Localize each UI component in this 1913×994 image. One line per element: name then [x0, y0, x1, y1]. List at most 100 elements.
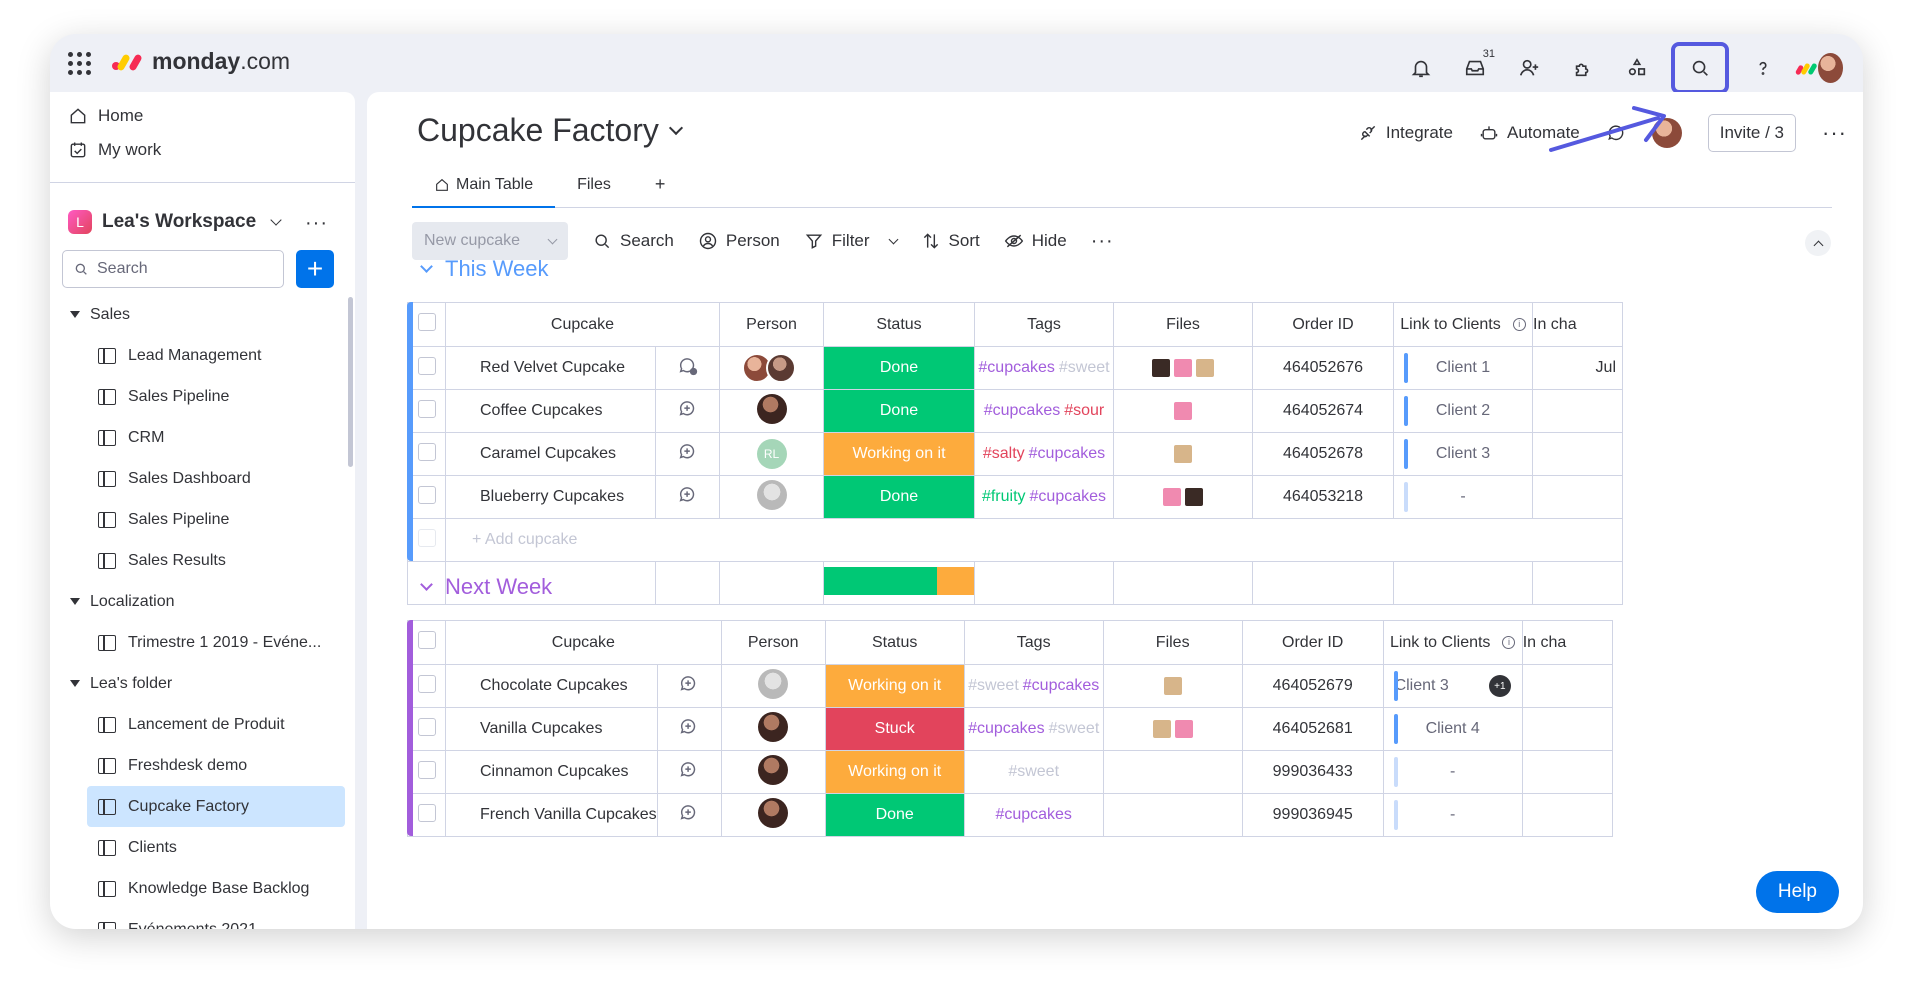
file-thumbnail[interactable]	[1163, 676, 1182, 695]
status-cell[interactable]: Done	[823, 475, 975, 519]
tags-cell[interactable]: #cupcakes #sweet	[974, 346, 1114, 390]
files-cell[interactable]	[1113, 389, 1253, 433]
sidebar-board-item[interactable]: Clients	[50, 827, 355, 868]
row-checkbox[interactable]	[417, 399, 436, 418]
row-checkbox[interactable]	[417, 442, 436, 461]
add-item-row[interactable]: + Add cupcake	[407, 518, 1623, 562]
updates-cell[interactable]	[655, 432, 720, 476]
sidebar-board-item[interactable]: Lancement de Produit	[50, 704, 355, 745]
item-name-cell[interactable]: Caramel Cupcakes	[445, 432, 656, 476]
table-row[interactable]: Blueberry Cupcakes Done #fruity #cupcakes 46…	[407, 475, 1623, 519]
sidebar-board-item[interactable]: Trimestre 1 2019 - Evéne...	[50, 622, 355, 663]
help-question-icon[interactable]	[1743, 48, 1783, 88]
table-row[interactable]: Caramel Cupcakes RL Working on it #salty #cu…	[407, 432, 1623, 476]
order-id-cell[interactable]: 464052676	[1252, 346, 1394, 390]
search-button[interactable]: Search	[592, 231, 674, 251]
invite-button[interactable]: Invite / 3	[1707, 114, 1797, 152]
sidebar-home[interactable]: Home	[68, 106, 143, 126]
tab-main-table[interactable]: Main Table	[412, 162, 556, 208]
add-item-button[interactable]: +	[296, 250, 334, 288]
person-cell[interactable]	[720, 793, 826, 837]
client-link-cell[interactable]: Client 3 +1	[1382, 664, 1523, 708]
file-thumbnail[interactable]	[1174, 719, 1193, 738]
extra-cell[interactable]: Jul	[1532, 346, 1623, 390]
table-row[interactable]: French Vanilla Cupcakes Done #cupcakes 9990…	[407, 793, 1613, 837]
tags-cell[interactable]: #cupcakes #sour	[974, 389, 1114, 433]
apps-marketplace-icon[interactable]	[1563, 48, 1603, 88]
select-all-checkbox[interactable]	[417, 631, 436, 649]
extra-cell[interactable]	[1521, 707, 1613, 751]
person-cell[interactable]	[720, 707, 826, 751]
file-thumbnail[interactable]	[1152, 719, 1171, 738]
status-summary-cell[interactable]	[823, 561, 975, 605]
order-id-cell[interactable]: 999036945	[1241, 793, 1384, 837]
extra-cell[interactable]	[1532, 389, 1623, 433]
sidebar-board-item[interactable]: CRM	[50, 417, 355, 458]
chevron-down-icon[interactable]	[888, 234, 898, 244]
file-thumbnail[interactable]	[1174, 444, 1192, 463]
help-button[interactable]: Help	[1755, 871, 1839, 913]
extra-cell[interactable]	[1521, 793, 1613, 837]
table-row[interactable]: Vanilla Cupcakes Stuck #cupcakes #sweet 4640…	[407, 707, 1613, 751]
sidebar-board-item[interactable]: Sales Pipeline	[50, 499, 355, 540]
status-cell[interactable]: Working on it	[824, 750, 965, 794]
table-row[interactable]: Red Velvet Cupcake Done #cupcakes #sweet 464…	[407, 346, 1623, 390]
status-cell[interactable]: Working on it	[823, 432, 975, 476]
extra-cell[interactable]	[1521, 750, 1613, 794]
order-id-cell[interactable]: 464052674	[1252, 389, 1394, 433]
add-item-input[interactable]: + Add cupcake	[445, 518, 1623, 562]
item-name-cell[interactable]: Vanilla Cupcakes	[445, 707, 658, 751]
bell-icon[interactable]	[1401, 48, 1441, 88]
status-cell[interactable]: Done	[823, 346, 975, 390]
extra-cell[interactable]	[1521, 664, 1613, 708]
extra-cell[interactable]	[1532, 432, 1623, 476]
tags-cell[interactable]: #cupcakes #sweet	[963, 707, 1104, 751]
apps-grid-icon[interactable]	[68, 52, 92, 76]
updates-cell[interactable]	[656, 750, 722, 794]
order-id-cell[interactable]: 464052681	[1241, 707, 1384, 751]
column-header[interactable]: Link to Clients i	[1382, 620, 1523, 665]
files-cell[interactable]	[1102, 707, 1243, 751]
tags-cell[interactable]: #sweet #cupcakes	[963, 664, 1104, 708]
item-name-cell[interactable]: Coffee Cupcakes	[445, 389, 656, 433]
row-checkbox[interactable]	[417, 674, 436, 693]
add-view-button[interactable]: +	[633, 162, 688, 207]
client-link-cell[interactable]: Client 1	[1393, 346, 1533, 390]
files-cell[interactable]	[1113, 346, 1253, 390]
row-checkbox[interactable]	[417, 356, 436, 375]
inbox-icon[interactable]: 31	[1455, 48, 1495, 88]
sidebar-board-item[interactable]: Freshdesk demo	[50, 745, 355, 786]
table-row[interactable]: Chocolate Cupcakes Working on it #sweet #cu…	[407, 664, 1613, 708]
person-cell[interactable]	[719, 389, 824, 433]
column-header[interactable]: Files	[1113, 302, 1253, 347]
column-header[interactable]: Status	[824, 620, 965, 665]
sort-button[interactable]: Sort	[921, 231, 980, 251]
order-id-cell[interactable]: 464053218	[1252, 475, 1394, 519]
client-link-cell[interactable]: Client 4	[1382, 707, 1523, 751]
client-link-cell[interactable]: -	[1382, 750, 1523, 794]
file-thumbnail[interactable]	[1174, 401, 1192, 420]
client-link-cell[interactable]: -	[1382, 793, 1523, 837]
sidebar-folder[interactable]: Lea's folder	[50, 663, 355, 704]
group-title[interactable]: Next Week	[420, 574, 552, 600]
sidebar-board-item[interactable]: Evénements 2021	[50, 909, 355, 929]
monday-logo[interactable]: monday.com	[112, 48, 290, 75]
tags-cell[interactable]: #fruity #cupcakes	[974, 475, 1114, 519]
files-cell[interactable]	[1113, 432, 1253, 476]
sidebar-board-item[interactable]: Sales Results	[50, 540, 355, 581]
sidebar-board-item[interactable]: Sales Dashboard	[50, 458, 355, 499]
status-cell[interactable]: Done	[823, 389, 975, 433]
collapse-header-icon[interactable]	[1805, 230, 1831, 256]
person-cell[interactable]: RL	[719, 432, 824, 476]
column-header[interactable]: In cha	[1532, 302, 1623, 347]
item-name-cell[interactable]: French Vanilla Cupcakes	[445, 793, 658, 837]
account-menu[interactable]	[1794, 48, 1843, 88]
invite-members-icon[interactable]	[1509, 48, 1549, 88]
order-id-cell[interactable]: 999036433	[1241, 750, 1384, 794]
templates-icon[interactable]	[1617, 48, 1657, 88]
item-name-cell[interactable]: Cinnamon Cupcakes	[445, 750, 658, 794]
column-header[interactable]: Tags	[963, 620, 1104, 665]
toolbar-more-icon[interactable]: ···	[1091, 230, 1114, 253]
person-cell[interactable]	[720, 664, 826, 708]
tags-cell[interactable]: #cupcakes	[963, 793, 1104, 837]
